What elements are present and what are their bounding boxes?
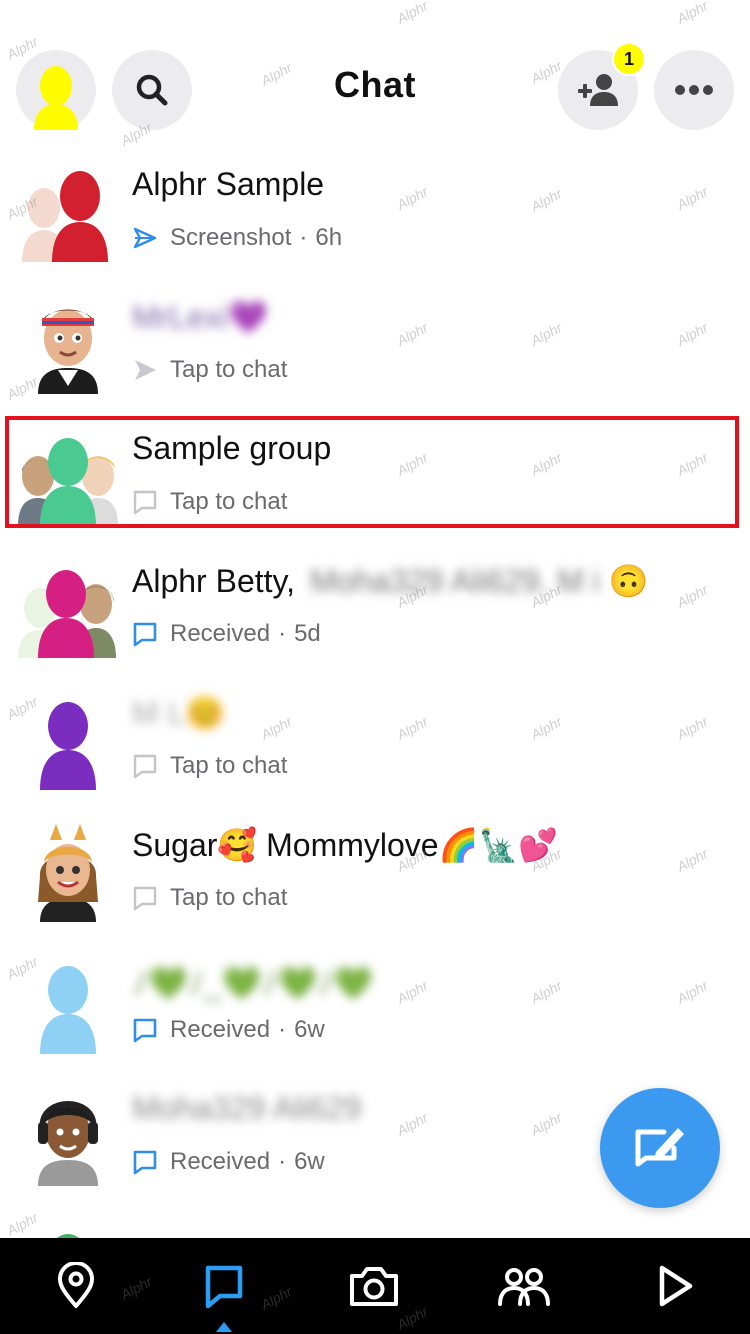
nav-map[interactable] [46,1256,106,1316]
chat-name: ﾉ💚ﾉ_💚ﾉ💚ﾉ💚 [132,958,373,1004]
add-friend-icon [578,74,618,106]
avatar [18,686,118,790]
camera-icon [350,1267,398,1306]
status-text: Tap to chat [170,752,288,779]
status-text: Received [170,620,271,647]
status-text: Tap to chat [170,356,288,383]
friends-icon [498,1268,550,1306]
compose-icon [635,1128,684,1167]
chat-status: Tap to chat [132,752,287,780]
separator-dot: · [278,620,287,647]
avatar [18,290,118,394]
group-avatar-icon [18,438,118,526]
avatar [18,554,118,658]
timestamp: 5d [294,620,321,647]
chat-name: Alphr Betty, Moha329 Ali629, M i 🙃 [132,562,649,600]
bitmoji-avatar-icon [38,309,98,394]
stories-icon [659,1265,693,1307]
chat-name: Moha329 Ali629 [132,1090,362,1127]
status-text: Tap to chat [170,884,288,911]
blurred-name: Moha329 Ali629, M i [309,563,600,599]
status-text: Received [170,1148,271,1175]
blurred-name: MrLexi💜 [132,299,268,335]
bitmoji-avatar-icon [38,824,98,922]
chat-bubble-icon [133,754,157,779]
avatar [18,158,118,262]
map-icon [58,1262,94,1308]
chat-name: M L😊 [132,694,225,732]
chat-row[interactable]: ﾉ💚ﾉ_💚ﾉ💚ﾉ💚 Received · 6w [0,936,750,1069]
chat-bubble-icon [133,1150,157,1175]
timestamp: 6w [294,1148,325,1175]
chat-row-sample-group[interactable]: Sample group Tap to chat [0,408,750,541]
timestamp: 6w [294,1016,325,1043]
chat-status: Received · 5d [132,620,321,648]
group-silhouette-icon [22,171,108,262]
blurred-name: Moha329 Ali629 [132,1090,362,1126]
more-icon [675,85,713,95]
nav-camera[interactable] [344,1256,404,1316]
screenshot-icon [133,227,157,249]
emoji: 🙃 [608,563,649,599]
group-avatar-icon [18,570,116,658]
chat-name: Sample group [132,430,332,466]
avatar [18,1082,118,1186]
new-chat-button[interactable] [600,1088,720,1208]
friend-request-badge: 1 [614,44,644,74]
status-text: Received [170,1016,271,1043]
separator-dot: · [278,1016,287,1043]
bitmoji-avatar-icon [38,1101,98,1186]
chat-status: Received · 6w [132,1016,325,1044]
blurred-name: M L😊 [132,695,226,731]
nav-friends[interactable] [494,1256,554,1316]
chat-row[interactable]: Alphr Betty, Moha329 Ali629, M i 🙃 Recei… [0,540,750,673]
silhouette-icon [40,966,96,1054]
chat-bubble-icon [133,1018,157,1043]
chat-bubble-icon [133,622,157,647]
chat-status: Screenshot · 6h [132,224,342,252]
nav-stories[interactable] [644,1256,704,1316]
status-text: Screenshot [170,224,292,251]
nav-chat[interactable] [194,1256,254,1316]
chat-row[interactable]: M L😊 Tap to chat [0,672,750,805]
active-tab-indicator [216,1322,232,1332]
send-arrow-icon [135,360,156,380]
chat-status: Tap to chat [132,884,287,912]
avatar [18,422,118,526]
chat-row[interactable]: Alphr Sample Screenshot · 6h [0,144,750,277]
timestamp: 6h [315,224,343,251]
chat-name-text: Alphr Betty, [132,563,296,599]
avatar [18,818,118,922]
header: Chat 1 [0,0,750,160]
separator-dot: · [278,1148,287,1175]
bottom-navigation [0,1238,750,1334]
chat-icon [205,1265,243,1309]
avatar [18,950,118,1054]
chat-name: Sugar🥰 Mommylove🌈🗽💕 [132,827,559,863]
chat-status: Tap to chat [132,356,287,384]
chat-status: Tap to chat [132,488,287,516]
chat-name: Alphr Sample [132,166,325,202]
chat-bubble-icon [133,490,157,515]
status-text: Tap to chat [170,488,288,515]
chat-status: Received · 6w [132,1148,325,1176]
blurred-name: ﾉ💚ﾉ_💚ﾉ💚ﾉ💚 [132,965,374,1001]
chat-name: MrLexi💜 [132,298,268,336]
chat-screen: Chat 1 Alphr Sample Screenshot · 6h MrLe… [0,0,750,1334]
silhouette-icon [40,702,96,790]
separator-dot: · [299,224,308,251]
chat-row[interactable]: MrLexi💜 Tap to chat [0,276,750,409]
chat-bubble-icon [133,886,157,911]
chat-row[interactable]: Sugar🥰 Mommylove🌈🗽💕 Tap to chat [0,804,750,937]
more-button[interactable] [654,50,734,130]
